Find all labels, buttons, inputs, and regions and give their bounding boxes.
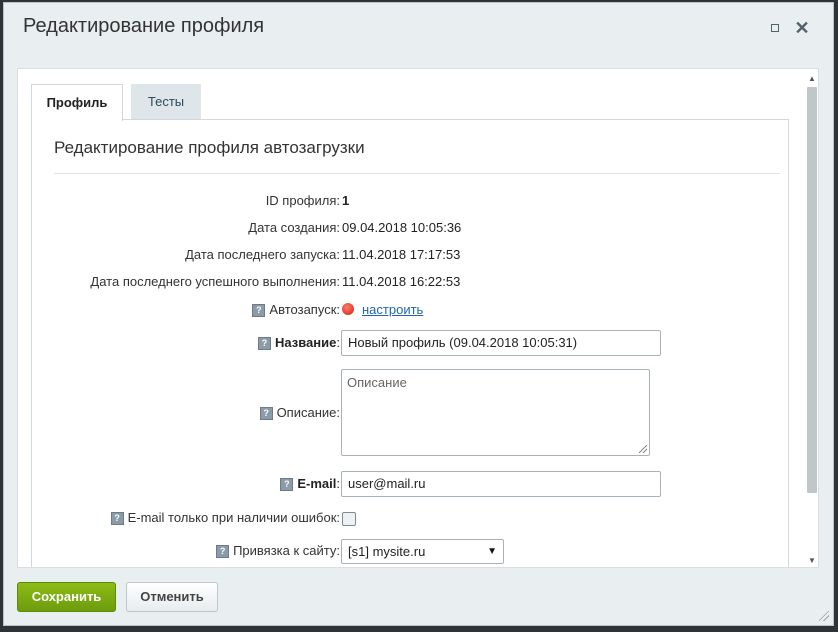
close-icon[interactable]: ✕ xyxy=(794,19,810,37)
tab-profile[interactable]: Профиль xyxy=(31,84,123,121)
vertical-scrollbar[interactable]: ▲ ▼ xyxy=(805,73,819,567)
help-icon[interactable]: ? xyxy=(110,512,124,525)
profile-id-label: ID профиля: xyxy=(265,193,340,208)
cancel-button[interactable]: Отменить xyxy=(126,582,218,612)
name-input[interactable]: Новый профиль (09.04.2018 10:05:31) xyxy=(341,330,661,356)
description-label-wrap: ? Описание: xyxy=(259,405,340,420)
created-value: 09.04.2018 10:05:36 xyxy=(342,220,462,235)
last-run-label: Дата последнего запуска: xyxy=(185,247,340,262)
section-title: Редактирование профиля автозагрузки xyxy=(54,138,365,157)
last-success-label: Дата последнего успешного выполнения: xyxy=(90,274,340,289)
description-textarea[interactable]: Описание xyxy=(341,369,650,456)
dialog-titlebar[interactable]: Редактирование профиля ✕ xyxy=(4,3,833,53)
maximize-icon[interactable] xyxy=(767,20,783,36)
resize-grip-icon[interactable] xyxy=(639,445,647,453)
email-errors-checkbox[interactable] xyxy=(342,512,356,526)
email-label-wrap: ? E-mail: xyxy=(280,476,340,491)
autorun-configure-link[interactable]: настроить xyxy=(362,302,423,317)
email-errors-label: E-mail только при наличии ошибок: xyxy=(127,510,340,525)
autorun-label: Автозапуск: xyxy=(269,302,340,317)
autorun-label-wrap: ? Автозапуск: xyxy=(252,302,340,317)
site-select[interactable]: [s1] mysite.ru ▼ xyxy=(341,539,504,564)
help-icon[interactable]: ? xyxy=(216,545,230,558)
description-label: Описание: xyxy=(276,405,340,420)
dialog-footer: Сохранить Отменить xyxy=(4,575,833,625)
last-run-value: 11.04.2018 17:17:53 xyxy=(342,247,461,262)
last-success-value: 11.04.2018 16:22:53 xyxy=(342,274,461,289)
resize-corner-icon[interactable] xyxy=(819,611,829,621)
help-icon[interactable]: ? xyxy=(252,304,266,317)
tab-tests[interactable]: Тесты xyxy=(131,84,201,119)
profile-panel: Редактирование профиля автозагрузки ID п… xyxy=(31,119,789,567)
scroll-up-icon[interactable]: ▲ xyxy=(805,73,819,85)
email-label: E-mail xyxy=(297,476,337,491)
name-label: Название xyxy=(275,335,337,350)
created-label: Дата создания: xyxy=(248,220,340,235)
dropdown-arrow-icon: ▼ xyxy=(487,546,497,557)
profile-id-value: 1 xyxy=(342,193,350,208)
section-divider xyxy=(54,173,780,174)
edit-profile-dialog: Редактирование профиля ✕ Профиль Тесты Р… xyxy=(3,2,834,626)
status-dot-icon xyxy=(342,303,354,315)
site-select-value: [s1] mysite.ru xyxy=(348,544,426,559)
email-errors-label-wrap: ? E-mail только при наличии ошибок: xyxy=(110,510,340,525)
email-input[interactable]: user@mail.ru xyxy=(341,471,661,497)
site-label: Привязка к сайту: xyxy=(233,543,340,558)
help-icon[interactable]: ? xyxy=(258,337,271,350)
name-label-wrap: ? Название: xyxy=(258,335,340,350)
help-icon[interactable]: ? xyxy=(259,407,273,420)
help-icon[interactable]: ? xyxy=(280,478,294,491)
dialog-title: Редактирование профиля xyxy=(23,15,265,37)
autorun-value: настроить xyxy=(342,302,423,317)
site-label-wrap: ? Привязка к сайту: xyxy=(216,543,340,558)
save-button[interactable]: Сохранить xyxy=(17,582,116,612)
description-placeholder: Описание xyxy=(347,375,407,390)
dialog-content: Профиль Тесты Редактирование профиля авт… xyxy=(17,68,819,568)
scrollbar-thumb[interactable] xyxy=(807,87,817,493)
scroll-down-icon[interactable]: ▼ xyxy=(805,555,819,567)
